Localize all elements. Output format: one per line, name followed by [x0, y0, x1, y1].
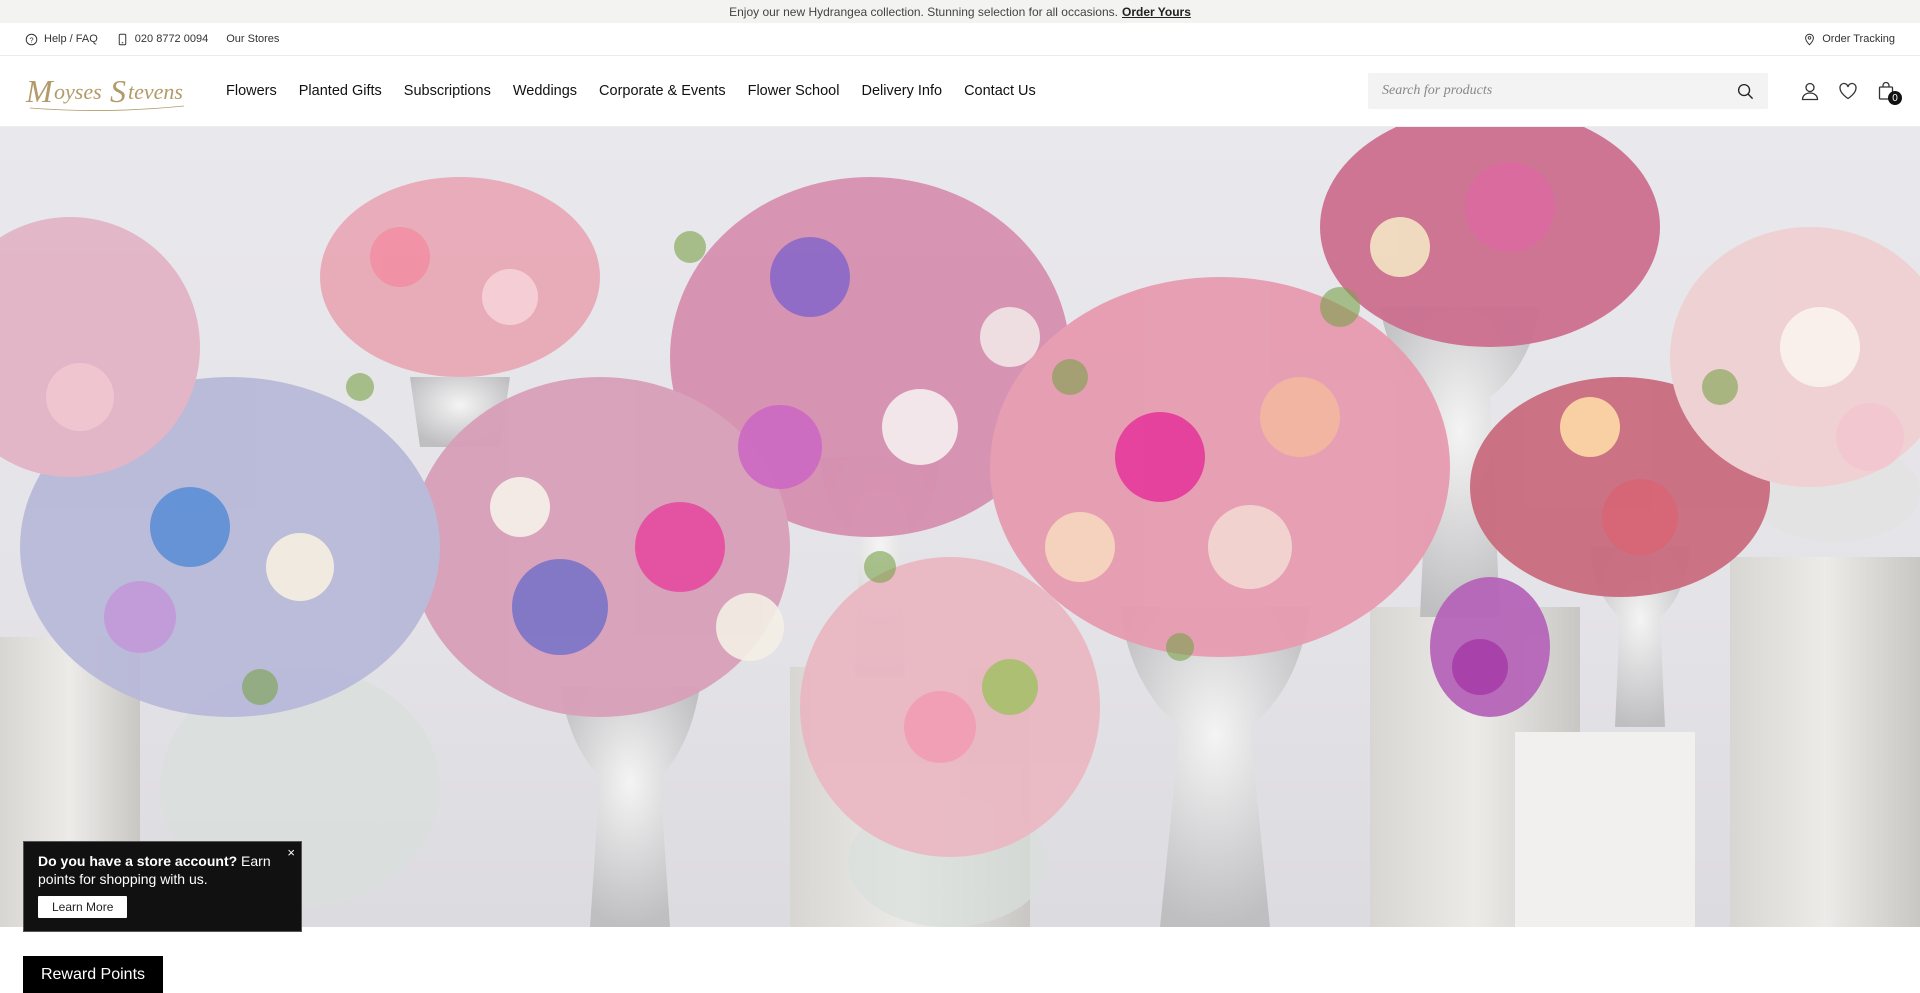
popup-bold-text: Do you have a store account?: [38, 853, 238, 869]
account-button[interactable]: [1800, 81, 1820, 101]
store-account-popup: × Do you have a store account? Earn poin…: [23, 841, 302, 932]
help-faq-label: Help / FAQ: [44, 33, 98, 45]
heart-icon: [1839, 82, 1857, 100]
logo-wordmark: M oyses S tevens: [25, 73, 185, 111]
hero-flower-arrangements: [0, 127, 1920, 927]
learn-more-button[interactable]: Learn More: [38, 896, 128, 918]
our-stores-link[interactable]: Our Stores: [226, 33, 279, 45]
popup-message: Do you have a store account? Earn points…: [38, 852, 287, 888]
order-yours-link[interactable]: Order Yours: [1122, 5, 1191, 19]
order-tracking-label: Order Tracking: [1822, 33, 1895, 45]
our-stores-label: Our Stores: [226, 33, 280, 45]
svg-text:?: ?: [29, 35, 33, 44]
close-popup-button[interactable]: ×: [287, 844, 295, 862]
cart-count-badge: 0: [1888, 91, 1902, 105]
phone-link[interactable]: 020 8772 0094: [116, 33, 208, 46]
user-icon: [1801, 82, 1819, 101]
phone-label: 020 8772 0094: [134, 33, 209, 45]
cart-button[interactable]: 0: [1876, 81, 1902, 105]
nav-subscriptions[interactable]: Subscriptions: [404, 83, 491, 99]
phone-icon: [118, 33, 127, 45]
header-icons: 0: [1800, 81, 1902, 105]
help-faq-link[interactable]: ? Help / FAQ: [25, 33, 98, 46]
brand-logo[interactable]: M oyses S tevens: [24, 66, 194, 116]
order-tracking-link[interactable]: Order Tracking: [1803, 33, 1895, 46]
main-header: M oyses S tevens Flowers Planted Gifts S…: [0, 56, 1920, 127]
hero-image: [0, 127, 1920, 927]
main-nav: Flowers Planted Gifts Subscriptions Wedd…: [226, 83, 1036, 99]
search-icon[interactable]: [1737, 83, 1754, 100]
nav-corporate-events[interactable]: Corporate & Events: [599, 83, 726, 99]
nav-flower-school[interactable]: Flower School: [748, 83, 840, 99]
wishlist-button[interactable]: [1838, 81, 1858, 101]
nav-flowers[interactable]: Flowers: [226, 83, 277, 99]
announcement-bar: Enjoy our new Hydrangea collection. Stun…: [0, 0, 1920, 23]
announcement-text: Enjoy our new Hydrangea collection. Stun…: [729, 4, 1118, 19]
nav-contact-us[interactable]: Contact Us: [964, 83, 1036, 99]
nav-planted-gifts[interactable]: Planted Gifts: [299, 83, 382, 99]
reward-points-button[interactable]: Reward Points: [23, 956, 163, 993]
utility-bar: ? Help / FAQ 020 8772 0094 Our Stores Or…: [0, 23, 1920, 56]
question-icon: ?: [25, 33, 38, 45]
search-input[interactable]: [1382, 83, 1737, 99]
location-pin-icon: [1805, 33, 1815, 45]
svg-text:M: M: [25, 73, 55, 109]
svg-text:S: S: [110, 73, 126, 109]
nav-delivery-info[interactable]: Delivery Info: [861, 83, 942, 99]
search-bar: [1368, 73, 1768, 109]
svg-text:tevens: tevens: [128, 79, 183, 104]
svg-text:oyses: oyses: [54, 79, 102, 104]
nav-weddings[interactable]: Weddings: [513, 83, 577, 99]
